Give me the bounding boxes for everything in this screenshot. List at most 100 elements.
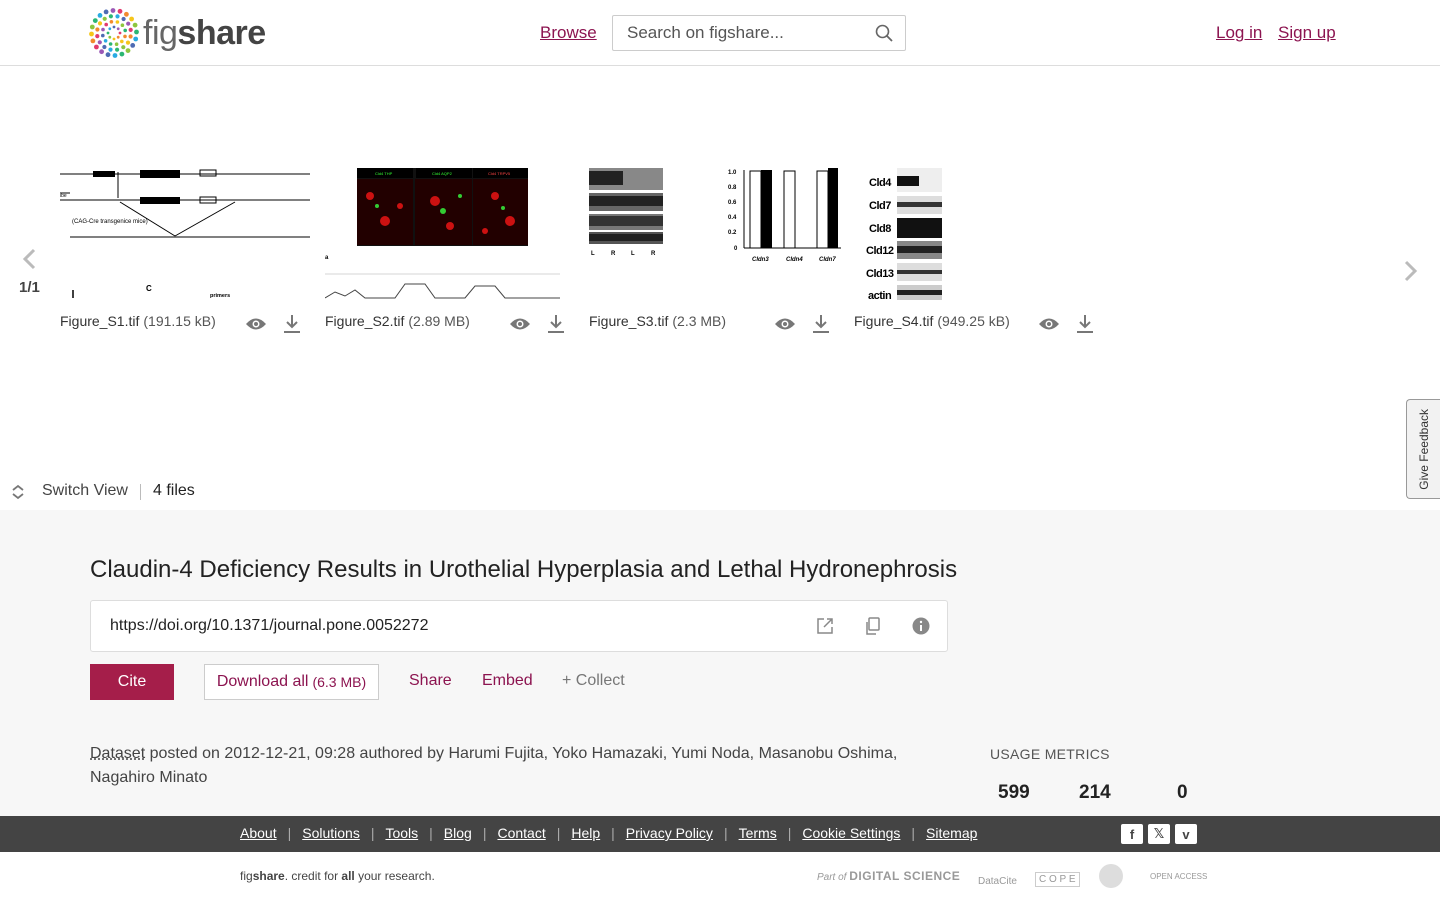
file-size: (2.89 MB) <box>408 313 470 329</box>
thumbnail-figure-s2[interactable]: Cld4 THP Cld4 AQP2 Cld4 TRPV5 a <box>325 166 560 302</box>
share-link[interactable]: Share <box>409 672 452 690</box>
embed-link[interactable]: Embed <box>482 672 533 690</box>
file-name[interactable]: Figure_S2.tif <box>325 313 404 329</box>
svg-text:a: a <box>325 255 329 261</box>
s1-label-primers: primers <box>210 293 230 299</box>
s2-label-c: Cld4 TRPV5 <box>488 171 511 176</box>
preview-eye-icon[interactable] <box>509 316 531 337</box>
posted-authored: posted on 2012-12-21, 09:28 authored by … <box>90 745 898 786</box>
s2-label-b: Cld4 AQP2 <box>432 171 453 176</box>
s4-label-1: Cld4 <box>869 177 892 189</box>
download-icon[interactable] <box>812 314 830 339</box>
download-icon[interactable] <box>1076 314 1094 339</box>
footer-separator: | <box>787 825 792 841</box>
thumbnail-figure-s4[interactable]: Cld4 Cld7 Cld8 Cld12 Cld13 actin <box>866 166 946 302</box>
footer-bottom: figshare. credit for all your research. … <box>0 852 1440 900</box>
s3-cat-3: Cldn7 <box>819 257 836 263</box>
external-link-icon[interactable] <box>815 616 835 641</box>
x-twitter-icon[interactable]: 𝕏 <box>1148 824 1170 844</box>
info-icon[interactable] <box>911 616 931 641</box>
footer-nav: About | Solutions | Tools | Blog | Contact | Help |… <box>240 825 977 841</box>
file-row-s4: Figure_S4.tif (949.25 kB) <box>854 313 1010 329</box>
preview-eye-icon[interactable] <box>1038 316 1060 337</box>
footer-separator: | <box>482 825 487 841</box>
download-all-button[interactable]: Download all (6.3 MB) <box>204 664 379 700</box>
give-feedback-tab[interactable]: Give Feedback <box>1406 399 1440 499</box>
collect-link[interactable]: + Collect <box>562 672 625 690</box>
s1-label-cag: (CAG-Cre transgenice mice) <box>72 219 148 225</box>
file-name[interactable]: Figure_S3.tif <box>589 313 668 329</box>
file-row-s1: Figure_S1.tif (191.15 kB) <box>60 313 216 329</box>
download-icon[interactable] <box>283 314 301 339</box>
footer-separator: | <box>723 825 728 841</box>
s3-tick-6: 0 <box>734 246 738 252</box>
footer-link-about[interactable]: About <box>240 825 277 841</box>
preview-eye-icon[interactable] <box>774 316 796 337</box>
footer-tagline: figshare. credit for all your research. <box>240 869 435 883</box>
switch-view-icon[interactable] <box>11 484 25 505</box>
s4-label-2: Cld7 <box>869 200 891 212</box>
carousel-prev-icon[interactable] <box>20 248 40 275</box>
item-type-link[interactable]: Dataset <box>90 745 145 762</box>
usage-metric-downloads: 214 <box>1079 782 1111 803</box>
s3-cat-1: Cldn3 <box>752 257 769 263</box>
page-title: Claudin-4 Deficiency Results in Urotheli… <box>90 556 958 583</box>
s3-tick-1: 1.0 <box>728 170 737 176</box>
footer-separator: | <box>556 825 561 841</box>
doi-box: https://doi.org/10.1371/journal.pone.005… <box>90 600 948 652</box>
s3-tick-5: 0.2 <box>728 230 737 236</box>
digital-science-logo[interactable]: Part of DIGITAL SCIENCE <box>817 869 960 883</box>
usage-metric-views: 599 <box>998 782 1030 803</box>
item-metadata: Dataset posted on 2012-12-21, 09:28 auth… <box>90 742 920 790</box>
s1-label-ibe: ibe <box>60 193 67 199</box>
footer-link-solutions[interactable]: Solutions <box>302 825 360 841</box>
facebook-icon[interactable]: f <box>1121 824 1143 844</box>
browse-link[interactable]: Browse <box>540 23 597 43</box>
preview-eye-icon[interactable] <box>245 316 267 337</box>
signup-link[interactable]: Sign up <box>1278 23 1336 43</box>
carousel-next-icon[interactable] <box>1400 260 1420 287</box>
search-box[interactable] <box>612 15 906 51</box>
copy-icon[interactable] <box>863 616 883 641</box>
divider <box>140 484 141 500</box>
s4-label-5: Cld13 <box>866 268 894 280</box>
switch-view-button[interactable]: Switch View <box>42 482 128 500</box>
file-name[interactable]: Figure_S1.tif <box>60 313 139 329</box>
s3-tick-3: 0.6 <box>728 200 737 206</box>
login-link[interactable]: Log in <box>1216 23 1262 43</box>
figshare-logo-icon <box>89 8 139 58</box>
s3-tick-4: 0.4 <box>728 215 737 221</box>
thumbnail-figure-s1[interactable]: ibe (CAG-Cre transgenice mice) C primers <box>60 166 310 302</box>
s4-label-4: Cld12 <box>866 245 894 257</box>
footer-link-blog[interactable]: Blog <box>444 825 472 841</box>
s3-tick-2: 0.8 <box>728 185 737 191</box>
search-icon[interactable] <box>875 24 893 47</box>
s4-label-6: actin <box>868 290 892 302</box>
file-size: (949.25 kB) <box>937 313 1010 329</box>
footer-link-terms[interactable]: Terms <box>739 825 777 841</box>
file-name[interactable]: Figure_S4.tif <box>854 313 933 329</box>
doi-link[interactable]: https://doi.org/10.1371/journal.pone.005… <box>110 617 428 635</box>
cite-button[interactable]: Cite <box>90 664 174 700</box>
footer-separator: | <box>429 825 433 841</box>
datacite-logo[interactable]: DataCite <box>978 876 1017 887</box>
search-input[interactable] <box>627 23 867 43</box>
footer-link-sitemap[interactable]: Sitemap <box>926 825 977 841</box>
file-size: (2.3 MB) <box>672 313 727 329</box>
site-header: figshare Browse Log in Sign up <box>0 0 1440 66</box>
footer-link-cookie-settings[interactable]: Cookie Settings <box>802 825 900 841</box>
footer-link-help[interactable]: Help <box>571 825 600 841</box>
seal-logo-icon[interactable] <box>1099 864 1123 888</box>
figshare-logo[interactable]: figshare <box>89 8 266 58</box>
footer-link-tools[interactable]: Tools <box>385 825 418 841</box>
footer-link-contact[interactable]: Contact <box>497 825 545 841</box>
vimeo-icon[interactable]: v <box>1175 824 1197 844</box>
footer-links-bar: About | Solutions | Tools | Blog | Contact | Help |… <box>0 816 1440 852</box>
s1-label-c: C <box>146 284 152 293</box>
thumbnail-figure-s3[interactable]: L R L R 1.0 0.8 0.6 0.4 0.2 0 Cldn3 Cldn… <box>589 166 841 302</box>
download-icon[interactable] <box>547 314 565 339</box>
open-access-logo[interactable]: OPEN ACCESS <box>1150 872 1207 881</box>
cope-logo[interactable]: C O P E <box>1035 872 1080 887</box>
files-count: 4 files <box>153 482 195 499</box>
footer-link-privacy-policy[interactable]: Privacy Policy <box>626 825 713 841</box>
